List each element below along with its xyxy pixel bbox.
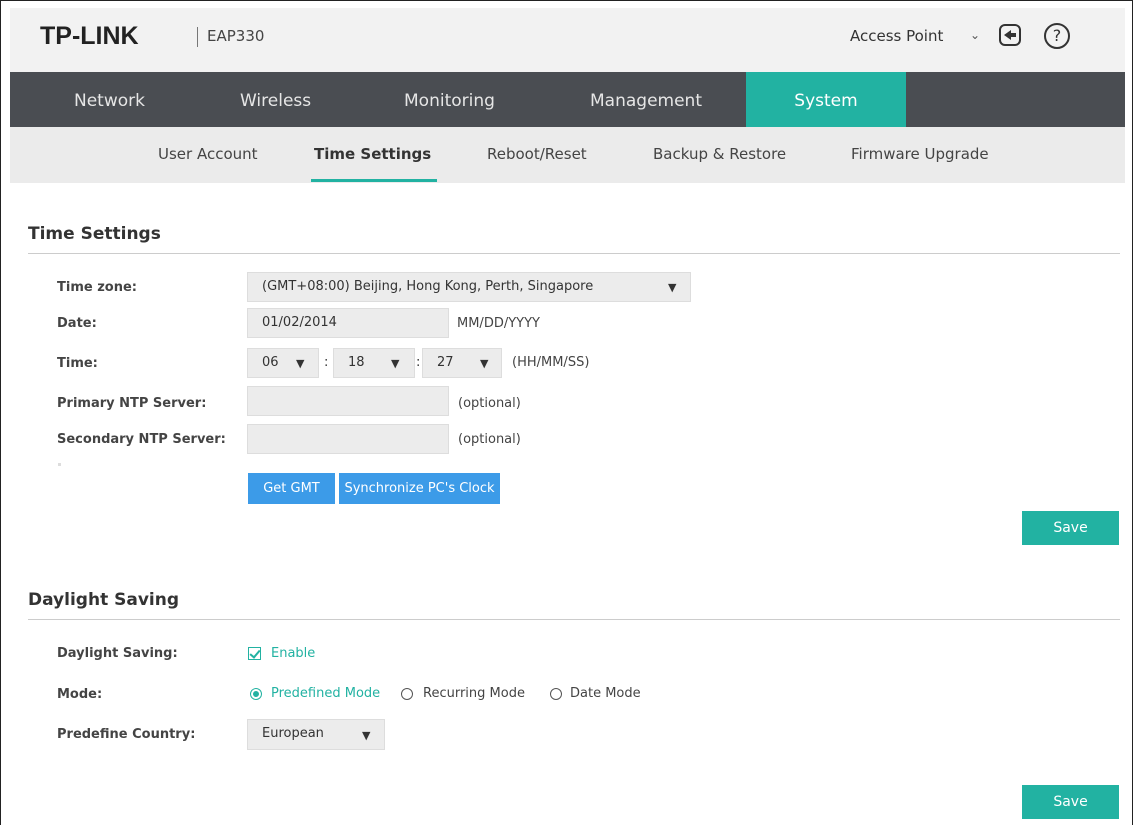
date-mode-radio[interactable] — [550, 688, 562, 700]
time-separator: : — [324, 355, 329, 370]
secondary-ntp-hint: (optional) — [458, 432, 521, 447]
subtab-time-settings[interactable]: Time Settings — [314, 145, 431, 163]
tab-network[interactable]: Network — [74, 72, 145, 127]
predefined-mode-label[interactable]: Predefined Mode — [271, 686, 380, 701]
hour-value: 06 — [262, 355, 279, 370]
second-dropdown-icon[interactable]: ▼ — [480, 357, 488, 370]
top-header: TP-LINK EAP330 Access Point ⌄ ? — [10, 8, 1125, 72]
timezone-select[interactable]: (GMT+08:00) Beijing, Hong Kong, Perth, S… — [247, 272, 691, 302]
minute-value: 18 — [348, 355, 365, 370]
save-daylight-saving-button[interactable]: Save — [1022, 785, 1119, 819]
secondary-ntp-input[interactable] — [247, 424, 449, 454]
subtab-firmware-upgrade[interactable]: Firmware Upgrade — [851, 145, 989, 163]
time-separator: : — [416, 355, 421, 370]
time-label: Time: — [57, 356, 98, 371]
recurring-mode-label[interactable]: Recurring Mode — [423, 686, 525, 701]
dropdown-arrow-icon[interactable]: ▼ — [668, 281, 676, 294]
logo-divider — [197, 27, 198, 47]
predefined-mode-radio[interactable] — [250, 688, 262, 700]
date-value: 01/02/2014 — [262, 315, 337, 330]
primary-ntp-input[interactable] — [247, 386, 449, 416]
date-format-hint: MM/DD/YYYY — [457, 316, 540, 331]
logout-icon[interactable] — [999, 24, 1021, 46]
subtab-user-account[interactable]: User Account — [158, 145, 258, 163]
tab-system[interactable]: System — [746, 72, 906, 127]
chevron-down-icon[interactable]: ⌄ — [970, 28, 980, 42]
primary-ntp-label: Primary NTP Server: — [57, 396, 207, 411]
timezone-label: Time zone: — [57, 280, 137, 295]
primary-ntp-hint: (optional) — [458, 396, 521, 411]
tab-management[interactable]: Management — [590, 72, 702, 127]
section-divider — [28, 619, 1120, 620]
main-nav: Network Wireless Monitoring Management S… — [10, 72, 1125, 127]
second-value: 27 — [437, 355, 454, 370]
mode-select[interactable]: Access Point — [850, 27, 943, 45]
date-input[interactable]: 01/02/2014 — [247, 308, 449, 338]
section-divider — [28, 253, 1120, 254]
daylight-saving-label: Daylight Saving: — [57, 646, 178, 661]
country-value: European — [262, 726, 324, 741]
second-select[interactable]: 27 — [422, 348, 502, 378]
time-settings-heading: Time Settings — [28, 224, 161, 244]
device-model: EAP330 — [207, 27, 265, 45]
decorative-dot — [58, 463, 61, 466]
subtab-reboot-reset[interactable]: Reboot/Reset — [487, 145, 587, 163]
tab-wireless[interactable]: Wireless — [240, 72, 311, 127]
recurring-mode-radio[interactable] — [401, 688, 413, 700]
sub-nav: User Account Time Settings Reboot/Reset … — [10, 127, 1125, 183]
mode-label: Mode: — [57, 687, 103, 702]
tab-monitoring[interactable]: Monitoring — [404, 72, 495, 127]
subtab-backup-restore[interactable]: Backup & Restore — [653, 145, 786, 163]
date-mode-label[interactable]: Date Mode — [570, 686, 641, 701]
hour-dropdown-icon[interactable]: ▼ — [296, 357, 304, 370]
country-dropdown-icon[interactable]: ▼ — [362, 729, 370, 742]
help-icon[interactable]: ? — [1044, 23, 1070, 49]
hour-select[interactable]: 06 — [247, 348, 319, 378]
minute-select[interactable]: 18 — [333, 348, 415, 378]
date-label: Date: — [57, 316, 97, 331]
enable-label[interactable]: Enable — [271, 646, 315, 661]
daylight-saving-heading: Daylight Saving — [28, 590, 180, 610]
save-time-settings-button[interactable]: Save — [1022, 511, 1119, 545]
sync-pc-clock-button[interactable]: Synchronize PC's Clock — [339, 473, 500, 504]
secondary-ntp-label: Secondary NTP Server: — [57, 432, 226, 447]
daylight-enable-checkbox[interactable] — [248, 647, 261, 660]
predefine-country-label: Predefine Country: — [57, 727, 196, 742]
get-gmt-button[interactable]: Get GMT — [248, 473, 335, 504]
timezone-value: (GMT+08:00) Beijing, Hong Kong, Perth, S… — [262, 279, 594, 294]
active-subtab-indicator — [311, 179, 437, 182]
tp-link-logo: TP-LINK — [40, 22, 139, 50]
time-format-hint: (HH/MM/SS) — [512, 355, 590, 370]
minute-dropdown-icon[interactable]: ▼ — [391, 357, 399, 370]
